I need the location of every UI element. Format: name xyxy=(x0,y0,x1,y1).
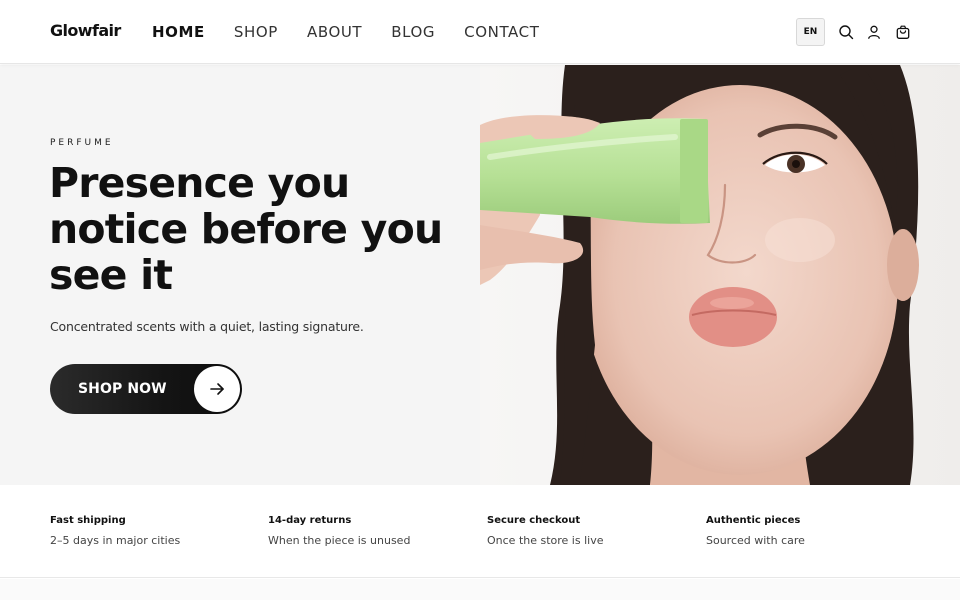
nav-item-contact[interactable]: CONTACT xyxy=(464,22,539,42)
shop-now-label: SHOP NOW xyxy=(78,381,167,397)
feature-text: 2–5 days in major cities xyxy=(50,534,181,547)
feature-text: Sourced with care xyxy=(706,534,805,547)
brand-logo[interactable]: Glowfair xyxy=(50,21,121,40)
feature-item: Secure checkout Once the store is live xyxy=(487,515,687,547)
hero-headline: Presence you notice before you see it xyxy=(49,159,443,299)
hero-eyebrow: PERFUME xyxy=(50,138,114,148)
language-button[interactable]: EN xyxy=(796,18,825,46)
feature-title: 14-day returns xyxy=(268,515,352,526)
hero-image xyxy=(480,65,960,485)
search-icon[interactable] xyxy=(838,24,854,40)
feature-title: Fast shipping xyxy=(50,515,126,526)
nav-item-about[interactable]: ABOUT xyxy=(307,22,362,42)
nav-item-blog[interactable]: BLOG xyxy=(391,22,435,42)
arrow-right-icon xyxy=(194,366,240,412)
nav-item-shop[interactable]: SHOP xyxy=(234,22,278,42)
user-icon[interactable] xyxy=(866,24,882,40)
feature-item: Authentic pieces Sourced with care xyxy=(706,515,906,547)
feature-text: When the piece is unused xyxy=(268,534,411,547)
shop-now-button[interactable]: SHOP NOW xyxy=(50,364,242,414)
site-header: Glowfair HOME SHOP ABOUT BLOG CONTACT EN xyxy=(0,0,960,64)
model-photo xyxy=(480,65,960,485)
main-nav: HOME SHOP ABOUT BLOG CONTACT xyxy=(152,22,569,42)
feature-title: Authentic pieces xyxy=(706,515,801,526)
hero-subtext: Concentrated scents with a quiet, lastin… xyxy=(50,319,364,334)
page-section-divider xyxy=(0,579,960,600)
feature-strip: Fast shipping 2–5 days in major cities 1… xyxy=(0,485,960,578)
nav-item-home[interactable]: HOME xyxy=(152,22,205,42)
feature-item: Fast shipping 2–5 days in major cities xyxy=(50,515,250,547)
shopping-bag-icon[interactable] xyxy=(895,24,911,40)
feature-title: Secure checkout xyxy=(487,515,581,526)
feature-text: Once the store is live xyxy=(487,534,604,547)
feature-item: 14-day returns When the piece is unused xyxy=(268,515,468,547)
